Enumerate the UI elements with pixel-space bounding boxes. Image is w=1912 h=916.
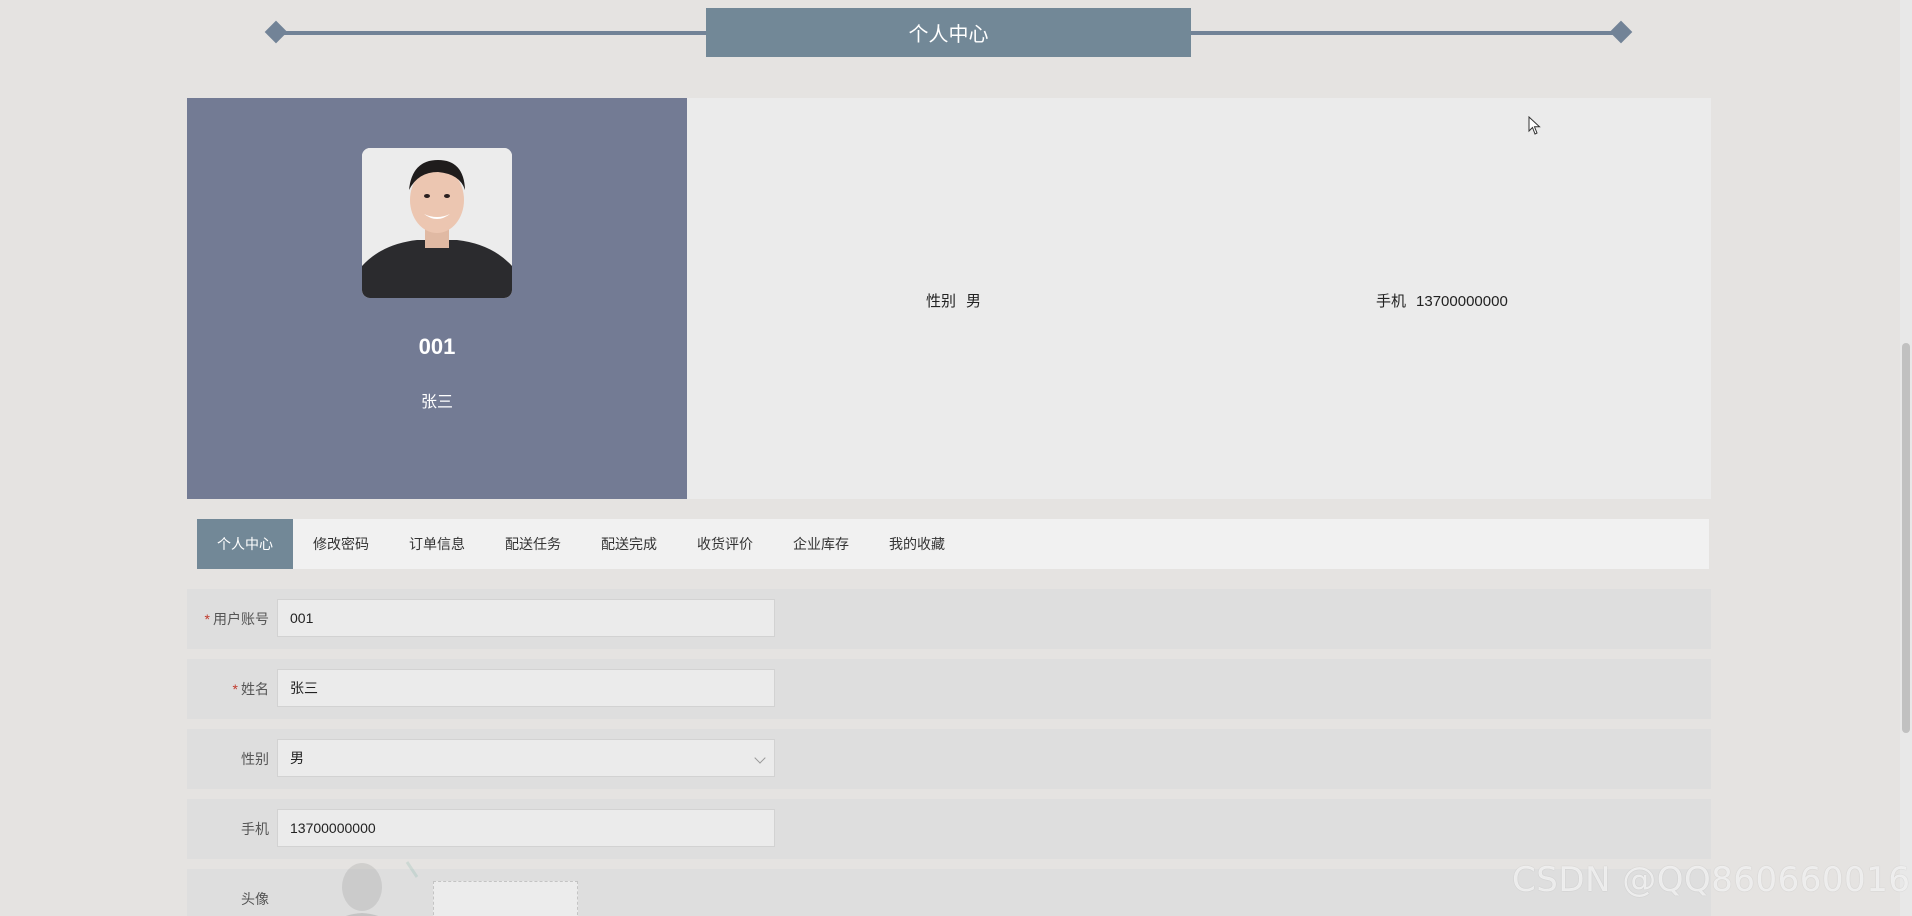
name-field-label: * 姓名: [187, 659, 269, 719]
avatar-preview-icon: [342, 861, 419, 916]
phone-input[interactable]: 13700000000: [277, 809, 775, 847]
diamond-left-ornament: [264, 20, 288, 44]
page: 个人中心 001 张三 性别男 手机 13700000000 个人中心 修改密码…: [0, 0, 1912, 916]
form-row-account: * 用户账号 001: [187, 589, 1711, 649]
watermark: CSDN @QQ860660016: [1512, 860, 1911, 900]
gender-select[interactable]: 男: [277, 739, 775, 777]
gender-field-label: 性别: [241, 751, 269, 767]
tab-personal-center[interactable]: 个人中心: [197, 519, 293, 569]
profile-summary-panel: 001 张三: [187, 98, 687, 499]
avatar-upload-box[interactable]: [433, 881, 578, 916]
gender-select-value: 男: [290, 750, 304, 766]
name-input[interactable]: 张三: [277, 669, 775, 707]
profile-account: 001: [418, 334, 456, 359]
diamond-right-ornament: [1609, 20, 1633, 44]
mouse-cursor-icon: [1528, 116, 1541, 135]
scrollbar-thumb[interactable]: [1902, 343, 1910, 733]
tab-change-password[interactable]: 修改密码: [293, 519, 389, 569]
tab-order-info[interactable]: 订单信息: [389, 519, 485, 569]
account-field-label: * 用户账号: [187, 589, 269, 649]
profile-card: 001 张三 性别男 手机 13700000000: [187, 98, 1711, 499]
gender-label: 性别: [926, 293, 957, 310]
form-row-phone: 手机 13700000000: [187, 799, 1711, 859]
avatar-field-label: 头像: [241, 891, 269, 907]
phone-value: 13700000000: [1416, 293, 1508, 310]
tab-enterprise-inventory[interactable]: 企业库存: [773, 519, 869, 569]
person-photo-icon: [362, 148, 512, 298]
name-label-text: 姓名: [241, 681, 269, 697]
tab-my-favorites[interactable]: 我的收藏: [869, 519, 965, 569]
profile-phone: 手机 13700000000: [1376, 290, 1508, 311]
tab-receipt-reviews[interactable]: 收货评价: [677, 519, 773, 569]
profile-gender: 性别男: [926, 290, 981, 311]
account-input[interactable]: 001: [277, 599, 775, 637]
avatar: [362, 148, 512, 298]
profile-tabs: 个人中心 修改密码 订单信息 配送任务 配送完成 收货评价 企业库存 我的收藏: [197, 519, 1709, 569]
gender-value: 男: [966, 293, 982, 310]
phone-field-label: 手机: [241, 821, 269, 837]
required-mark: *: [232, 681, 238, 697]
account-label-text: 用户账号: [213, 611, 269, 627]
form-row-avatar: 头像: [187, 861, 1711, 916]
tab-delivery-tasks[interactable]: 配送任务: [485, 519, 581, 569]
required-mark: *: [204, 611, 210, 627]
profile-name: 张三: [420, 394, 453, 411]
form-row-gender: 性别 男: [187, 729, 1711, 789]
form-row-name: * 姓名 张三: [187, 659, 1711, 719]
tab-delivery-completed[interactable]: 配送完成: [581, 519, 677, 569]
phone-label: 手机: [1376, 293, 1407, 310]
page-title: 个人中心: [706, 8, 1191, 57]
chevron-down-icon: [754, 752, 766, 764]
scrollbar-track[interactable]: [1900, 0, 1912, 916]
